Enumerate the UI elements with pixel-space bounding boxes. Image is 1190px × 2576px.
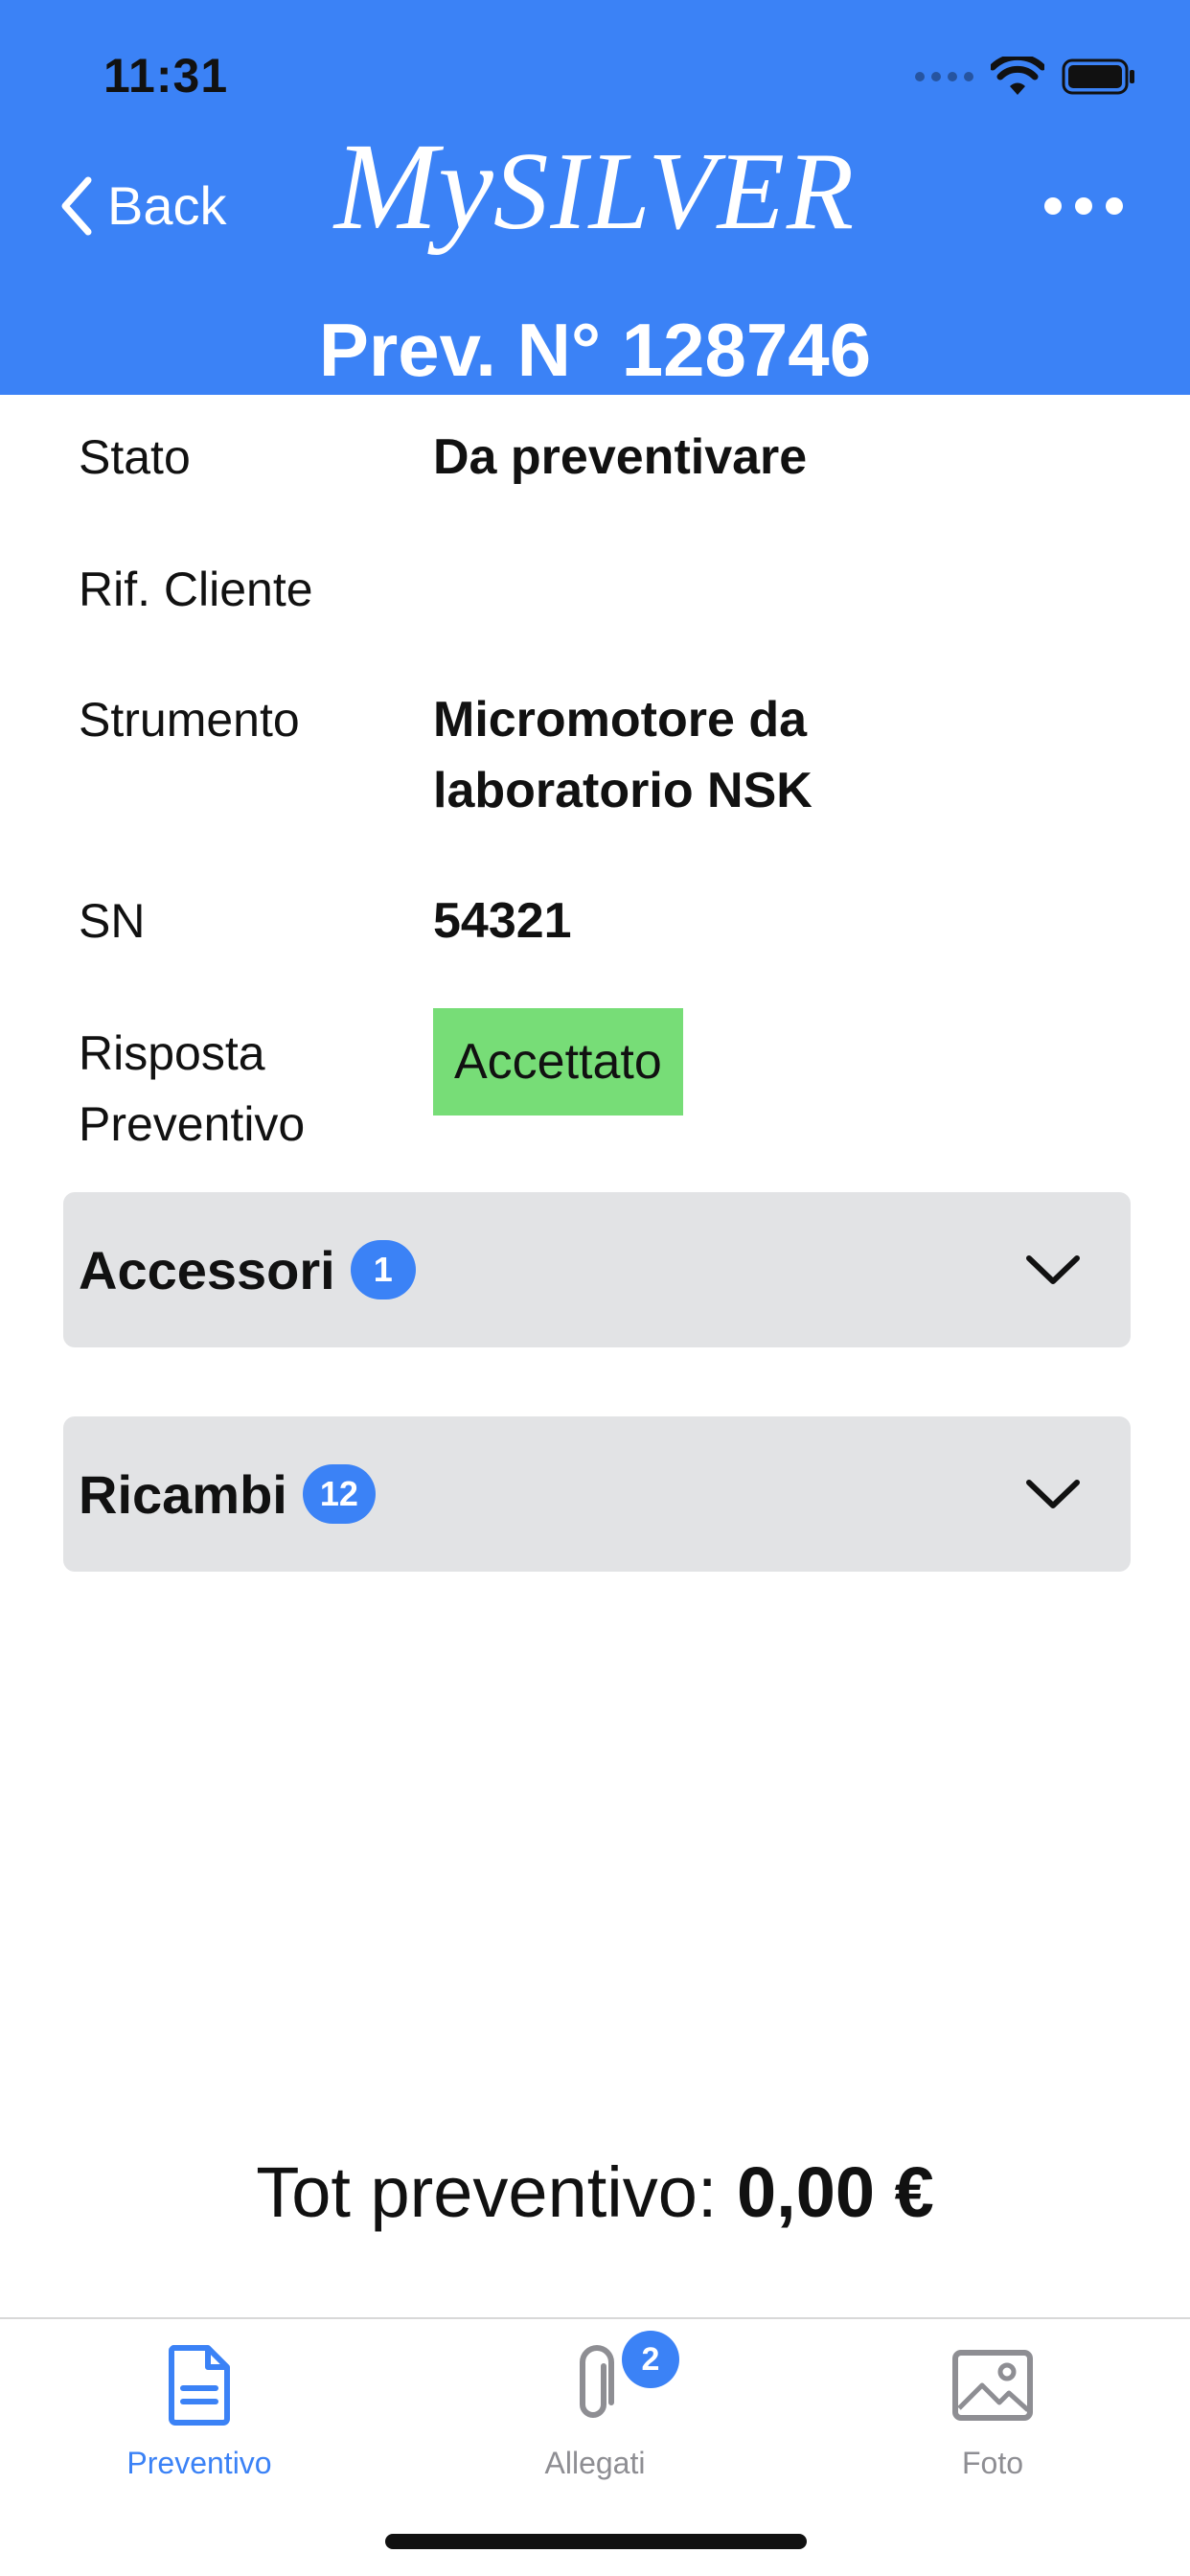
document-icon — [168, 2345, 230, 2426]
risposta-label: Risposta Preventivo — [79, 1018, 433, 1160]
allegati-count-badge: 2 — [622, 2331, 679, 2388]
strumento-value-line2: laboratorio NSK — [433, 763, 812, 818]
stato-value: Da preventivare — [433, 429, 808, 485]
status-time: 11:31 — [103, 49, 229, 103]
strumento-value-line1: Micromotore da — [433, 692, 808, 748]
tab-preventivo[interactable]: Preventivo — [56, 2333, 343, 2481]
page-title: Prev. N° 128746 — [318, 308, 872, 392]
total-label: Tot preventivo: — [256, 2152, 718, 2232]
photo-icon — [952, 2350, 1033, 2421]
accordion-ricambi-title: Ricambi — [79, 1463, 287, 1525]
brand-logo-my: My — [333, 118, 493, 256]
detail-row-stato: Stato Da preventivare — [79, 422, 1133, 493]
status-icons — [915, 56, 1136, 98]
home-indicator[interactable] — [385, 2534, 807, 2549]
strumento-value: Micromotore da laboratorio NSK — [433, 684, 812, 826]
tab-allegati[interactable]: 2 Allegati — [451, 2331, 739, 2481]
accessori-count-badge: 1 — [350, 1240, 416, 1300]
detail-row-risposta: Risposta Preventivo Accettato — [79, 1008, 1133, 1160]
chevron-down-icon — [1026, 1255, 1080, 1284]
strumento-label: Strumento — [79, 693, 300, 747]
brand-logo: MySILVER — [0, 125, 1190, 249]
detail-row-rif-cliente: Rif. Cliente — [79, 554, 1133, 625]
ricambi-count-badge: 12 — [302, 1464, 376, 1524]
detail-row-sn: SN 54321 — [79, 886, 1133, 956]
battery-icon — [1062, 58, 1134, 95]
risposta-label-line2: Preventivo — [79, 1097, 306, 1151]
accordion-accessori-title: Accessori — [79, 1239, 335, 1300]
stato-label: Stato — [79, 430, 191, 484]
total-value: 0,00 € — [737, 2152, 934, 2232]
tab-foto[interactable]: Foto — [849, 2333, 1136, 2481]
sn-value: 54321 — [433, 893, 572, 949]
paperclip-icon — [580, 2345, 614, 2418]
tab-foto-label: Foto — [961, 2446, 1024, 2480]
cellular-signal-icon — [915, 72, 973, 81]
status-badge: Accettato — [433, 1008, 683, 1116]
tab-allegati-label: Allegati — [544, 2446, 646, 2480]
wifi-icon — [991, 57, 1044, 95]
total-preventivo: Tot preventivo: 0,00 € — [0, 2151, 1190, 2233]
rif-cliente-label: Rif. Cliente — [79, 563, 313, 616]
accordion-ricambi[interactable]: Ricambi 12 — [63, 1416, 1131, 1572]
tab-preventivo-label: Preventivo — [126, 2446, 272, 2480]
app-header: 11:31 Back MySILVER Prev. N° 128746 — [0, 0, 1190, 395]
risposta-label-line1: Risposta — [79, 1026, 265, 1080]
more-options-button[interactable] — [1044, 197, 1123, 215]
accordion-accessori[interactable]: Accessori 1 — [63, 1192, 1131, 1347]
sn-label: SN — [79, 894, 146, 948]
detail-row-strumento: Strumento Micromotore da laboratorio NSK — [79, 684, 1133, 826]
chevron-down-icon — [1026, 1480, 1080, 1508]
brand-logo-silver: SILVER — [492, 130, 857, 252]
